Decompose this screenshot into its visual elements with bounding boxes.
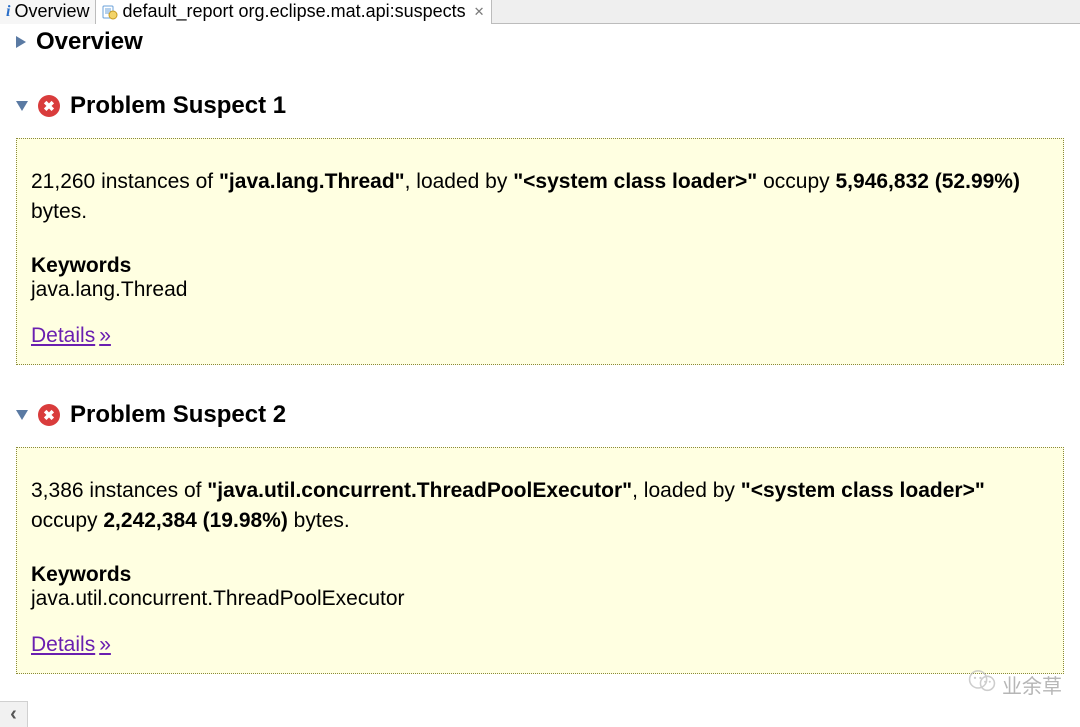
close-icon[interactable]: ✕ [474, 4, 485, 20]
details-arrow-icon: » [99, 324, 111, 347]
watermark-text: 业余草 [1002, 670, 1062, 699]
suspect2-bytes: 2,242,384 (19.98%) [103, 509, 287, 532]
scroll-left-button[interactable]: ‹ [0, 701, 28, 727]
details-arrow-icon: » [99, 633, 111, 656]
tab-overview-label: Overview [14, 1, 89, 22]
chevron-right-icon[interactable] [16, 36, 26, 48]
tab-report-label: default_report org.eclipse.mat.api:suspe… [122, 1, 465, 22]
suspect2-details-link[interactable]: Details» [31, 633, 111, 657]
suspect2-instances: 3,386 [31, 479, 84, 502]
suspect1-body: 21,260 instances of "java.lang.Thread", … [31, 167, 1049, 228]
suspect2-panel: 3,386 instances of "java.util.concurrent… [16, 447, 1064, 674]
suspect1-title: Problem Suspect 1 [70, 92, 286, 120]
report-icon [102, 4, 118, 20]
report-content: Overview ✖ Problem Suspect 1 21,260 inst… [0, 24, 1080, 674]
wechat-icon [968, 669, 996, 699]
tab-report-active[interactable]: default_report org.eclipse.mat.api:suspe… [96, 0, 491, 24]
suspect2-section-header[interactable]: ✖ Problem Suspect 2 [16, 401, 1064, 429]
suspect2-keywords-label: Keywords [31, 563, 1049, 587]
suspect2-keywords-text: java.util.concurrent.ThreadPoolExecutor [31, 587, 1049, 611]
suspect1-keywords-text: java.lang.Thread [31, 278, 1049, 302]
chevron-down-icon[interactable] [16, 101, 28, 111]
suspect1-keywords-label: Keywords [31, 254, 1049, 278]
suspect1-panel: 21,260 instances of "java.lang.Thread", … [16, 138, 1064, 365]
chevron-down-icon[interactable] [16, 410, 28, 420]
suspect1-bytes: 5,946,832 (52.99%) [836, 170, 1020, 193]
overview-title: Overview [36, 28, 143, 56]
suspect2-loader: "<system class loader>" [741, 479, 985, 502]
watermark: 业余草 [968, 669, 1062, 699]
suspect1-section-header[interactable]: ✖ Problem Suspect 1 [16, 92, 1064, 120]
error-icon: ✖ [38, 404, 60, 426]
info-icon: i [6, 3, 10, 21]
editor-tab-bar: i Overview default_report org.eclipse.ma… [0, 0, 1080, 24]
tab-overview[interactable]: i Overview [0, 0, 96, 24]
error-icon: ✖ [38, 95, 60, 117]
suspect2-class: "java.util.concurrent.ThreadPoolExecutor… [207, 479, 632, 502]
chevron-left-icon: ‹ [10, 703, 17, 726]
suspect1-class: "java.lang.Thread" [219, 170, 405, 193]
suspect1-details-link[interactable]: Details» [31, 324, 111, 348]
suspect1-loader: "<system class loader>" [513, 170, 757, 193]
overview-section-header[interactable]: Overview [16, 28, 1064, 56]
suspect1-instances: 21,260 [31, 170, 95, 193]
suspect2-body: 3,386 instances of "java.util.concurrent… [31, 476, 1049, 537]
suspect2-title: Problem Suspect 2 [70, 401, 286, 429]
